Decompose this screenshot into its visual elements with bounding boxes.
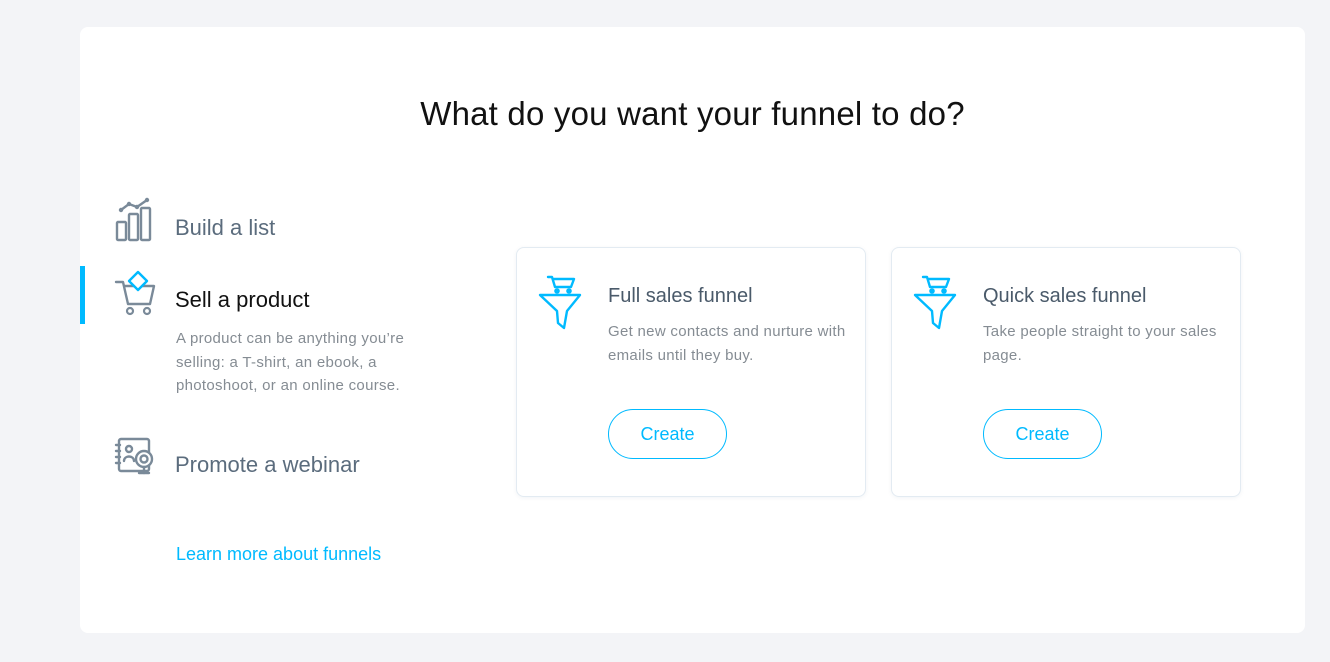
goal-description: A product can be anything you’re selling…	[176, 330, 405, 394]
funnel-cart-icon	[912, 273, 958, 331]
shopping-cart-icon	[114, 270, 158, 316]
funnel-cart-icon	[537, 273, 583, 331]
page-title: What do you want your funnel to do?	[420, 95, 965, 132]
quick-sales-funnel-card: Quick sales funnel Take people straight …	[891, 247, 1241, 497]
card-description: Get new contacts and nurture with emails…	[608, 323, 846, 364]
card-title: Quick sales funnel	[983, 285, 1147, 307]
create-full-sales-funnel-button[interactable]: Create	[608, 409, 727, 459]
goal-label-promote-a-webinar: Promote a webinar	[175, 452, 360, 477]
goal-sell-a-product[interactable]: Sell a product	[80, 270, 500, 320]
goal-promote-a-webinar[interactable]: Promote a webinar	[80, 435, 500, 485]
bar-chart-icon	[114, 197, 158, 242]
card-title: Full sales funnel	[608, 285, 753, 307]
goal-build-a-list[interactable]: Build a list	[80, 197, 500, 247]
goal-label-sell-a-product: Sell a product	[175, 287, 310, 312]
card-description: Take people straight to your sales page.	[983, 323, 1217, 364]
funnel-goal-panel: What do you want your funnel to do? Buil…	[80, 27, 1305, 633]
webinar-icon	[114, 435, 158, 479]
learn-more-link[interactable]: Learn more about funnels	[176, 544, 381, 565]
goal-label-build-a-list: Build a list	[175, 215, 276, 240]
full-sales-funnel-card: Full sales funnel Get new contacts and n…	[516, 247, 866, 497]
create-quick-sales-funnel-button[interactable]: Create	[983, 409, 1102, 459]
